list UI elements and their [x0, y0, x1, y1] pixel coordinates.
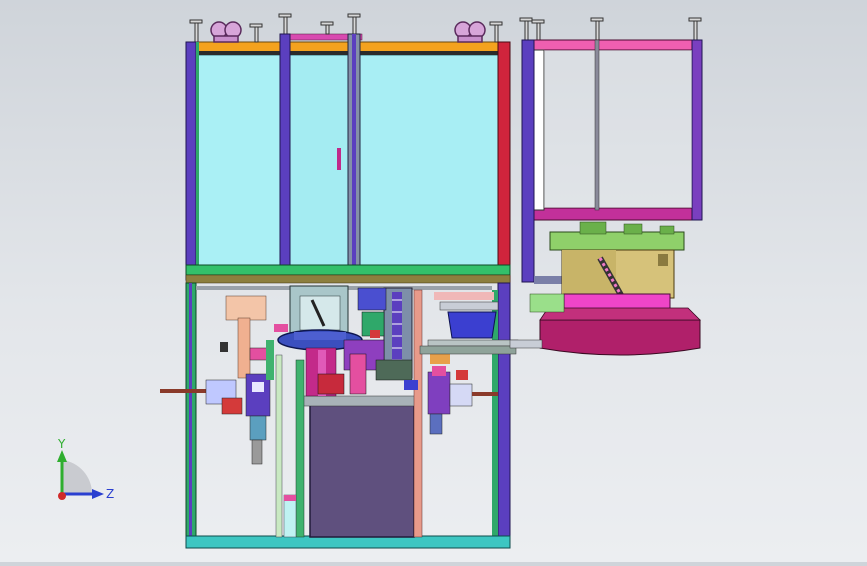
- bowl-base: [539, 319, 701, 356]
- glass-panel-right: [359, 54, 499, 268]
- post-left-purple: [185, 41, 197, 281]
- triad-axes: Y Z: [57, 437, 114, 501]
- post-right-red: [497, 41, 511, 283]
- top-knobs: [189, 13, 702, 43]
- cad-viewport[interactable]: [0, 0, 867, 562]
- door-handle: [337, 148, 341, 170]
- bottom-rail: [185, 535, 511, 549]
- x-axis-dot: [58, 492, 66, 500]
- lower-post-right: [497, 282, 511, 549]
- glass-panel-middle: [289, 54, 355, 268]
- y-axis-label: Y: [57, 437, 66, 451]
- coordinate-triad: Y Z: [40, 436, 120, 508]
- middle-band: [185, 264, 511, 276]
- glass-panel-left: [195, 54, 283, 268]
- feeder-post: [521, 39, 535, 283]
- machine-assembly-model: [160, 13, 703, 549]
- z-axis-label: Z: [106, 487, 114, 501]
- inner-cabinet: [309, 404, 415, 538]
- feed-chute: [447, 311, 497, 339]
- post-mid-purple: [279, 33, 291, 283]
